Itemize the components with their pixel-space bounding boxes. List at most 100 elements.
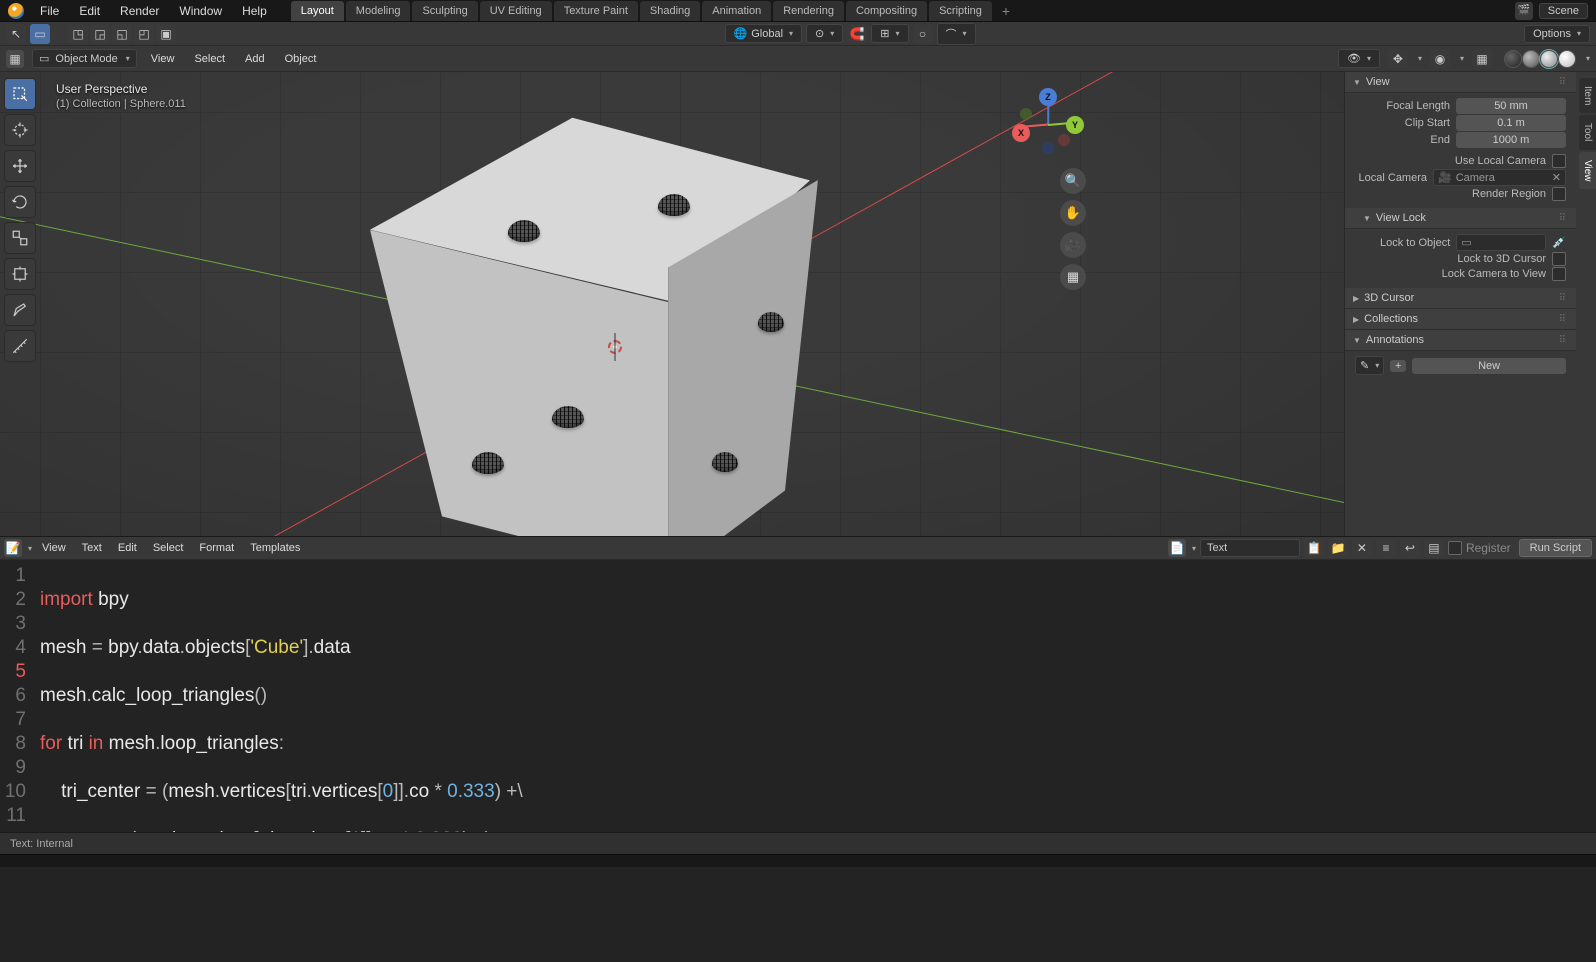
- select-mode-2[interactable]: ◲: [90, 24, 110, 44]
- view3d-menu-object[interactable]: Object: [279, 51, 323, 67]
- select-mode-4[interactable]: ◰: [134, 24, 154, 44]
- workspace-tab-compositing[interactable]: Compositing: [846, 1, 927, 21]
- open-text-icon[interactable]: 📁: [1328, 538, 1348, 558]
- cube-mesh[interactable]: [360, 112, 820, 536]
- xray-toggle-icon[interactable]: ▦: [1472, 49, 1492, 69]
- npanel-tab-item[interactable]: Item: [1579, 78, 1596, 113]
- visibility-dropdown[interactable]: 👁▾: [1338, 49, 1380, 68]
- gizmo-y-axis[interactable]: Y: [1066, 116, 1084, 134]
- focal-length-field[interactable]: 50 mm: [1456, 98, 1566, 114]
- text-menu-select[interactable]: Select: [147, 540, 190, 556]
- menu-help[interactable]: Help: [232, 1, 277, 21]
- render-region-checkbox[interactable]: [1552, 187, 1566, 201]
- transform-tool[interactable]: [4, 258, 36, 290]
- workspace-tab-texture-paint[interactable]: Texture Paint: [554, 1, 638, 21]
- syntax-highlight-icon[interactable]: ▤: [1424, 538, 1444, 558]
- new-annotation-button[interactable]: New: [1412, 358, 1566, 374]
- run-script-button[interactable]: Run Script: [1519, 539, 1592, 557]
- annotations-section-header[interactable]: ▼Annotations⠿: [1345, 330, 1576, 351]
- lock-3d-cursor-checkbox[interactable]: [1552, 252, 1566, 266]
- uv-sphere-1[interactable]: [508, 220, 540, 242]
- gizmo-neg-z[interactable]: [1042, 142, 1054, 154]
- options-dropdown[interactable]: Options▾: [1524, 25, 1590, 43]
- proportional-edit-icon[interactable]: ○: [913, 24, 933, 44]
- workspace-tab-layout[interactable]: Layout: [291, 1, 344, 21]
- view-lock-header[interactable]: ▼View Lock⠿: [1345, 208, 1576, 229]
- annotate-tool[interactable]: [4, 294, 36, 326]
- register-checkbox[interactable]: [1448, 541, 1462, 555]
- npanel-tab-view[interactable]: View: [1579, 152, 1596, 190]
- pivot-point-dropdown[interactable]: ⊙▾: [806, 24, 843, 43]
- select-box-tool-icon[interactable]: ▭: [30, 24, 50, 44]
- scene-browse-icon[interactable]: 🎬: [1515, 2, 1533, 20]
- editor-type-icon[interactable]: ▦: [6, 50, 24, 68]
- view3d-menu-add[interactable]: Add: [239, 51, 271, 67]
- gizmo-x-axis[interactable]: X: [1012, 124, 1030, 142]
- workspace-tab-rendering[interactable]: Rendering: [773, 1, 844, 21]
- text-menu-format[interactable]: Format: [193, 540, 240, 556]
- gizmo-neg-y[interactable]: [1020, 108, 1032, 120]
- uv-sphere-5[interactable]: [758, 312, 784, 332]
- text-editor-code-area[interactable]: 1234567891011 import bpy mesh = bpy.data…: [0, 560, 1596, 832]
- zoom-nav-icon[interactable]: 🔍: [1060, 168, 1086, 194]
- clip-end-field[interactable]: 1000 m: [1456, 132, 1566, 148]
- text-menu-text[interactable]: Text: [76, 540, 108, 556]
- workspace-tab-uv-editing[interactable]: UV Editing: [480, 1, 552, 21]
- select-mode-1[interactable]: ◳: [68, 24, 88, 44]
- menu-render[interactable]: Render: [110, 1, 169, 21]
- text-datablock-icon[interactable]: 📄: [1168, 539, 1186, 557]
- text-menu-templates[interactable]: Templates: [244, 540, 306, 556]
- collections-section-header[interactable]: ▶Collections⠿: [1345, 309, 1576, 330]
- npanel-tab-tool[interactable]: Tool: [1579, 115, 1596, 149]
- snap-toggle-icon[interactable]: 🧲: [847, 24, 867, 44]
- use-local-camera-checkbox[interactable]: [1552, 154, 1566, 168]
- add-annotation-button[interactable]: +: [1390, 360, 1406, 372]
- menu-edit[interactable]: Edit: [69, 1, 110, 21]
- annotation-layer-dropdown[interactable]: ✎▾: [1355, 356, 1384, 375]
- transform-orientation-dropdown[interactable]: 🌐 Global ▾: [725, 24, 803, 43]
- scene-name-field[interactable]: Scene: [1539, 3, 1588, 19]
- navigation-gizmo[interactable]: Z Y X: [1012, 88, 1084, 160]
- text-menu-view[interactable]: View: [36, 540, 72, 556]
- lock-object-field[interactable]: ▭: [1456, 234, 1546, 251]
- workspace-tab-sculpting[interactable]: Sculpting: [412, 1, 477, 21]
- gizmo-z-axis[interactable]: Z: [1039, 88, 1057, 106]
- select-mode-5[interactable]: ▣: [156, 24, 176, 44]
- show-line-numbers-icon[interactable]: ≡: [1376, 538, 1396, 558]
- shading-rendered-icon[interactable]: [1558, 50, 1576, 68]
- workspace-tab-shading[interactable]: Shading: [640, 1, 700, 21]
- view3d-menu-select[interactable]: Select: [188, 51, 231, 67]
- workspace-tab-modeling[interactable]: Modeling: [346, 1, 411, 21]
- eyedropper-icon[interactable]: 💉: [1552, 236, 1566, 249]
- clip-start-field[interactable]: 0.1 m: [1456, 115, 1566, 131]
- cursor3d-section-header[interactable]: ▶3D Cursor⠿: [1345, 288, 1576, 309]
- cursor-tool-icon[interactable]: ↖: [6, 24, 26, 44]
- perspective-toggle-icon[interactable]: ▦: [1060, 264, 1086, 290]
- gizmo-neg-x[interactable]: [1058, 134, 1070, 146]
- snap-dropdown[interactable]: ⊞▾: [871, 24, 908, 43]
- workspace-tab-animation[interactable]: Animation: [702, 1, 771, 21]
- measure-tool[interactable]: [4, 330, 36, 362]
- menu-window[interactable]: Window: [169, 1, 232, 21]
- shading-options-dropdown[interactable]: ▾: [1586, 54, 1590, 63]
- local-camera-field[interactable]: 🎥Camera✕: [1433, 169, 1566, 186]
- lock-camera-view-checkbox[interactable]: [1552, 267, 1566, 281]
- uv-sphere-2[interactable]: [658, 194, 690, 216]
- proportional-falloff-dropdown[interactable]: ⌒▾: [937, 23, 976, 45]
- uv-sphere-4[interactable]: [472, 452, 504, 474]
- rotate-tool[interactable]: [4, 186, 36, 218]
- shading-wireframe-icon[interactable]: [1504, 50, 1522, 68]
- select-mode-3[interactable]: ◱: [112, 24, 132, 44]
- view3d-menu-view[interactable]: View: [145, 51, 181, 67]
- clear-camera-icon[interactable]: ✕: [1552, 171, 1561, 184]
- cursor-tool[interactable]: [4, 114, 36, 146]
- word-wrap-icon[interactable]: ↩: [1400, 538, 1420, 558]
- camera-view-icon[interactable]: 🎥: [1060, 232, 1086, 258]
- workspace-tab-scripting[interactable]: Scripting: [929, 1, 992, 21]
- text-editor-type-icon[interactable]: 📝: [4, 539, 22, 557]
- menu-file[interactable]: File: [30, 1, 69, 21]
- add-workspace-button[interactable]: +: [994, 1, 1018, 21]
- interaction-mode-dropdown[interactable]: ▭ Object Mode ▾: [32, 49, 137, 68]
- uv-sphere-6[interactable]: [712, 452, 738, 472]
- cursor-3d-icon[interactable]: [604, 336, 626, 358]
